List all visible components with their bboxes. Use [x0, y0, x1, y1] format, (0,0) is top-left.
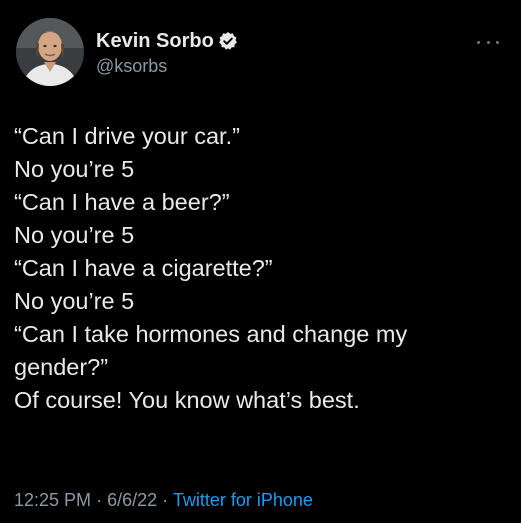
display-name[interactable]: Kevin Sorbo [96, 30, 214, 53]
tweet-line: “Can I have a beer?” [14, 189, 230, 215]
tweet-header: Kevin Sorbo @ksorbs [16, 16, 505, 90]
tweet-line: “Can I drive your car.” [14, 123, 240, 149]
tweet-line: gender?” [14, 354, 109, 380]
tweet-line: Of course! You know what’s best. [14, 387, 360, 413]
avatar-photo-icon [16, 18, 84, 86]
tweet-time[interactable]: 12:25 PM [14, 490, 91, 510]
tweet-date[interactable]: 6/6/22 [107, 490, 157, 510]
more-options-icon[interactable] [477, 38, 499, 46]
more-dot [496, 40, 499, 44]
tweet-line: No you’re 5 [14, 156, 135, 182]
more-dot [486, 40, 490, 44]
tweet-text: “Can I drive your car.” No you’re 5 “Can… [14, 120, 506, 417]
tweet-source-link[interactable]: Twitter for iPhone [173, 490, 313, 510]
avatar[interactable] [16, 18, 84, 86]
more-dot [477, 40, 480, 44]
meta-separator: · [96, 490, 103, 510]
author-handle[interactable]: @ksorbs [96, 56, 238, 77]
tweet-card: Kevin Sorbo @ksorbs “Can I drive your ca… [0, 0, 521, 523]
display-name-row: Kevin Sorbo [96, 28, 238, 54]
tweet-line: No you’re 5 [14, 222, 135, 248]
verified-badge-icon [218, 31, 238, 51]
meta-separator: · [162, 490, 169, 510]
tweet-meta: 12:25 PM · 6/6/22 · Twitter for iPhone [14, 490, 313, 511]
tweet-line: No you’re 5 [14, 288, 135, 314]
tweet-line: “Can I take hormones and change my [14, 321, 408, 347]
author-names: Kevin Sorbo @ksorbs [96, 28, 238, 77]
tweet-line: “Can I have a cigarette?” [14, 255, 273, 281]
